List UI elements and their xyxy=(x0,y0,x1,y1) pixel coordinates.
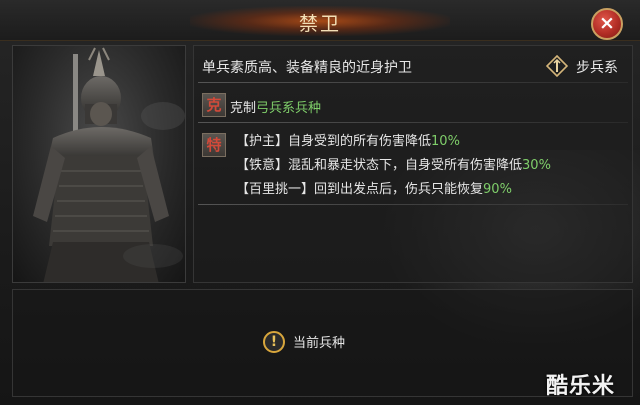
trait-text: 回到出发点后，伤兵只能恢复 xyxy=(314,182,484,197)
infantry-type-icon xyxy=(546,55,568,77)
exclamation-icon: ! xyxy=(263,331,285,353)
trait-text: 自身受到的所有伤害降低 xyxy=(288,134,432,149)
current-unit-box: ! 当前兵种 xyxy=(12,289,633,397)
trait-name: 【护主】 xyxy=(236,134,289,149)
watermark-logo: 酷乐米 xyxy=(546,374,616,399)
panel-title: 禁卫 xyxy=(298,13,341,35)
trait-value: 10% xyxy=(431,134,460,149)
trait-text: 混乱和暴走状态下，自身受所有伤害降低 xyxy=(288,158,523,173)
trait-name: 【百里挑一】 xyxy=(236,182,315,197)
counter-text: 克制弓兵系兵种 xyxy=(230,97,321,116)
trait-row: 【百里挑一】回到出发点后，伤兵只能恢复90% xyxy=(236,178,512,197)
divider-top xyxy=(198,82,628,83)
title-bar: 禁卫 × xyxy=(0,0,640,41)
armored-guard-image xyxy=(33,47,185,282)
counter-badge: 克 xyxy=(202,93,226,117)
trait-name: 【铁意】 xyxy=(236,158,289,173)
divider-bottom xyxy=(198,204,628,205)
unit-description: 单兵素质高、装备精良的近身护卫 xyxy=(202,60,412,76)
counter-prefix: 克制 xyxy=(230,101,257,116)
trait-row: 【铁意】混乱和暴走状态下，自身受所有伤害降低30% xyxy=(236,154,551,173)
traits-badge: 特 xyxy=(202,133,226,157)
trait-value: 30% xyxy=(522,158,551,173)
unit-portrait xyxy=(12,45,186,283)
trait-row: 【护主】自身受到的所有伤害降低10% xyxy=(236,130,460,149)
unit-info-box: 单兵素质高、装备精良的近身护卫 步兵系 克 克制弓兵系兵种 特 【护主】自身受到… xyxy=(193,45,633,283)
trait-value: 90% xyxy=(483,182,512,197)
unit-detail-panel: 禁卫 × 单兵素质高、装备精良的近身护卫 步兵系 克 克制弓兵系兵种 特 【护主… xyxy=(0,0,640,405)
counter-target: 弓兵系兵种 xyxy=(256,101,322,116)
close-icon: × xyxy=(599,12,615,34)
current-unit-label: 当前兵种 xyxy=(293,336,346,351)
divider-mid xyxy=(198,122,628,123)
close-button[interactable]: × xyxy=(591,8,623,40)
unit-type-label: 步兵系 xyxy=(576,60,618,76)
